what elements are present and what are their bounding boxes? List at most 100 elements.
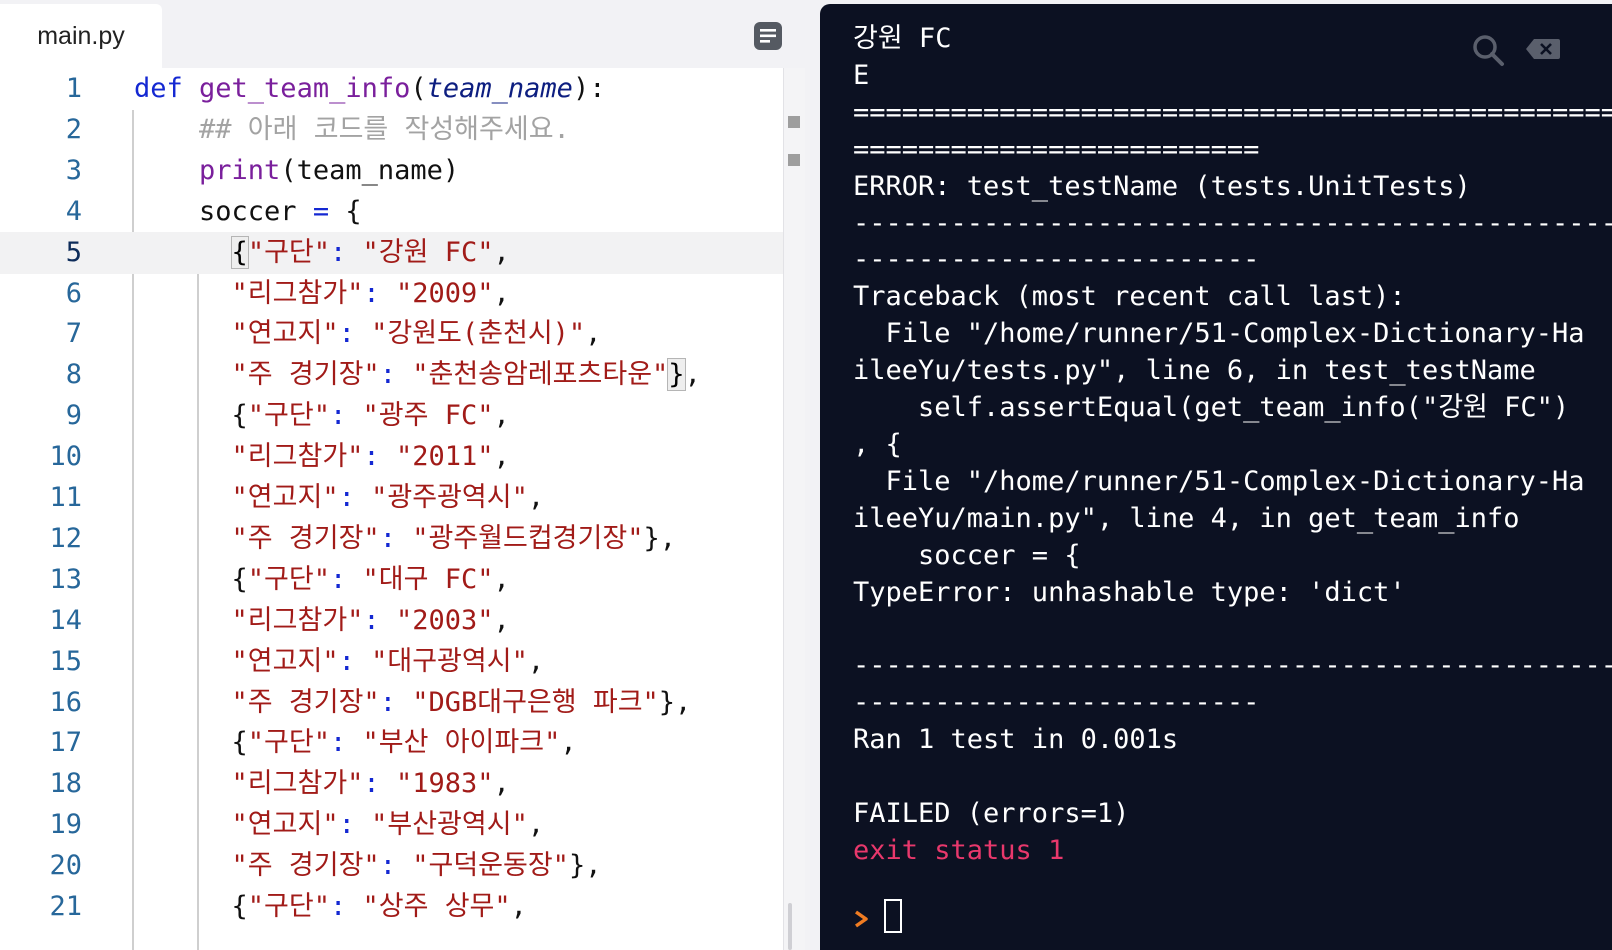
code-token: : xyxy=(363,441,380,473)
code-token: , xyxy=(585,318,602,350)
code-text: "연고지": "강원도(춘천시)", xyxy=(134,313,602,355)
code-token: = xyxy=(312,195,330,227)
code-token: : xyxy=(363,768,380,800)
code-token: "강원도(춘천시)" xyxy=(371,318,586,350)
prompt-icon xyxy=(853,900,871,938)
code-line[interactable]: 19 "연고지": "부산광역시", xyxy=(0,804,783,846)
code-line[interactable]: 2 ## 아래 코드를 작성해주세요. xyxy=(0,109,783,151)
code-line[interactable]: 1 def get_team_info(team_name): xyxy=(0,68,783,110)
code-token: "강원 FC" xyxy=(362,236,494,268)
code-token: def xyxy=(134,73,200,104)
code-token: : xyxy=(338,809,355,841)
line-number: 18 xyxy=(49,768,82,800)
code-line[interactable]: 6 "리그참가": "2009", xyxy=(0,273,783,315)
code-token: : xyxy=(379,359,396,391)
code-token: "광주 FC" xyxy=(362,400,494,432)
code-line[interactable]: 5 {"구단": "강원 FC", xyxy=(0,231,783,274)
console-output-line: ========================= xyxy=(853,133,1260,165)
code-token: , xyxy=(684,359,701,391)
code-token: : xyxy=(379,850,396,882)
search-icon[interactable] xyxy=(1470,32,1506,68)
code-line[interactable]: 16 "주 경기장": "DGB대구은행 파크"}, xyxy=(0,682,783,724)
line-number: 15 xyxy=(49,645,82,677)
code-line[interactable]: 9 {"구단": "광주 FC", xyxy=(0,395,783,437)
exit-status: exit status 1 xyxy=(853,834,1065,866)
code-token: "상주 상무" xyxy=(362,891,511,922)
ruler-marker xyxy=(788,154,800,166)
code-line[interactable]: 13 {"구단": "대구 FC", xyxy=(0,559,783,601)
code-line[interactable]: 17 {"구단": "부산 아이파크", xyxy=(0,722,783,764)
code-line[interactable]: 12 "주 경기장": "광주월드컵경기장"}, xyxy=(0,518,783,560)
code-token: { xyxy=(230,235,249,269)
line-number: 16 xyxy=(49,686,82,718)
code-area[interactable]: 1 def get_team_info(team_name): 2 ## 아래 코드… xyxy=(0,68,805,950)
tab-main-py[interactable]: main.py xyxy=(0,4,162,68)
code-token: { xyxy=(134,400,248,432)
line-number: 2 xyxy=(65,113,82,145)
code-token: , xyxy=(527,809,545,841)
overview-ruler xyxy=(783,68,805,950)
clear-console-icon[interactable] xyxy=(1525,38,1561,60)
console-output-line: ileeYu/tests.py", line 6, in test_testNa… xyxy=(853,355,1536,387)
code-text: "리그참가": "1983", xyxy=(134,763,510,805)
code-text: "연고지": "광주광역시", xyxy=(134,477,545,519)
code-line[interactable]: 7 "연고지": "강원도(춘천시)", xyxy=(0,313,783,355)
code-token: (team_name) xyxy=(280,154,460,186)
console-output-line: ------------------------- xyxy=(853,244,1260,276)
code-token: "광주광역시" xyxy=(371,482,528,513)
code-token: ( xyxy=(410,73,427,104)
line-number: 13 xyxy=(49,563,82,595)
code-token: "주 경기장" xyxy=(231,686,380,718)
code-token: { xyxy=(134,891,248,922)
code-line[interactable]: 20 "주 경기장": "구덕운동장"}, xyxy=(0,845,783,887)
code-text: "리그참가": "2009", xyxy=(134,273,510,315)
code-line[interactable]: 10 "리그참가": "2011", xyxy=(0,436,783,478)
code-token: , xyxy=(560,727,577,759)
code-text: "주 경기장": "구덕운동장"}, xyxy=(134,845,602,887)
code-line[interactable]: 11 "연고지": "광주광역시", xyxy=(0,477,783,519)
code-token: "춘천송암레포츠타운" xyxy=(412,359,669,391)
code-token: ## 아래 코드를 작성해주세요. xyxy=(134,113,570,145)
code-token: , xyxy=(527,482,545,513)
code-token: "구단" xyxy=(247,727,330,759)
code-token: "2009" xyxy=(395,277,494,309)
code-token: , xyxy=(510,891,527,922)
code-token: "주 경기장" xyxy=(231,850,380,882)
line-number: 10 xyxy=(49,441,82,473)
code-line[interactable]: 14 "리그참가": "2003", xyxy=(0,600,783,642)
console-pane[interactable]: 강원 FC E ==================================… xyxy=(820,4,1612,950)
line-number: 12 xyxy=(49,522,82,554)
code-line[interactable]: 18 "리그참가": "1983", xyxy=(0,763,783,805)
code-text: soccer = { xyxy=(134,191,362,233)
code-token: "주 경기장" xyxy=(231,522,380,554)
code-line[interactable]: 4 soccer = { xyxy=(0,191,783,233)
editor-scrollbar[interactable] xyxy=(788,903,792,950)
code-token: { xyxy=(329,195,362,227)
code-token: , xyxy=(493,441,510,473)
format-code-button[interactable] xyxy=(753,21,783,51)
code-text: "주 경기장": "DGB대구은행 파크"}, xyxy=(134,682,692,724)
line-number: 7 xyxy=(65,318,82,350)
code-line[interactable]: 15 "연고지": "대구광역시", xyxy=(0,641,783,683)
code-line[interactable]: 3 print(team_name) xyxy=(0,150,783,192)
line-number: 14 xyxy=(49,604,82,636)
console-output-line: File "/home/runner/51-Complex-Dictionary… xyxy=(853,318,1585,350)
code-line[interactable]: 8 "주 경기장": "춘천송암레포츠타운"}, xyxy=(0,354,783,396)
code-line[interactable]: 21 {"구단": "상주 상무", xyxy=(0,886,783,928)
code-token: , xyxy=(493,604,510,636)
code-token: : xyxy=(338,482,355,513)
format-icon xyxy=(754,22,782,50)
line-number: 21 xyxy=(49,891,82,922)
code-token: : xyxy=(338,645,355,677)
console-output-line: FAILED (errors=1) xyxy=(853,797,1130,829)
